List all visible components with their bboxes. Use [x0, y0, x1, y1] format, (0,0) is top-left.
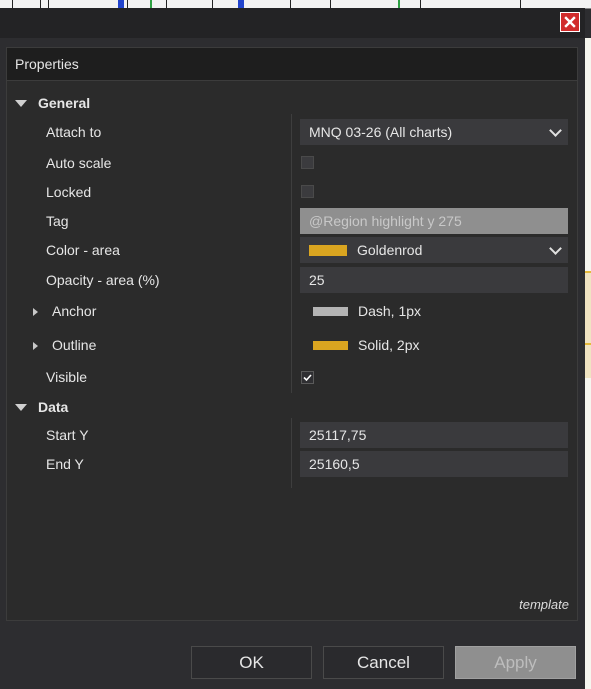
- opacity-area-value: 25: [309, 272, 325, 288]
- properties-dialog: Properties General Attach to MNQ 03-26 (…: [0, 8, 585, 689]
- section-general-toggle[interactable]: General: [15, 92, 90, 114]
- outline-value: Solid, 2px: [358, 337, 420, 353]
- expand-triangle-icon[interactable]: [33, 308, 38, 316]
- panel-title: Properties: [15, 56, 79, 72]
- locked-label: Locked: [46, 184, 92, 200]
- ok-button[interactable]: OK: [191, 646, 312, 679]
- outline-stroke-value[interactable]: Solid, 2px: [313, 335, 419, 355]
- close-icon: [564, 16, 576, 28]
- close-button[interactable]: [560, 12, 580, 32]
- visible-checkbox[interactable]: [301, 371, 314, 384]
- dash-line-swatch: [313, 306, 348, 316]
- apply-button[interactable]: Apply: [455, 646, 576, 679]
- section-general-label: General: [38, 95, 91, 111]
- color-area-label: Color - area: [46, 242, 120, 258]
- attach-to-label: Attach to: [46, 124, 102, 140]
- chevron-down-icon: [549, 124, 562, 137]
- chevron-down-icon: [549, 242, 562, 255]
- anchor-stroke-value[interactable]: Dash, 1px: [313, 301, 421, 321]
- start-y-input[interactable]: 25117,75: [300, 422, 568, 448]
- expand-triangle-icon[interactable]: [33, 342, 38, 350]
- tag-label: Tag: [46, 213, 69, 229]
- section-data-toggle[interactable]: Data: [15, 396, 68, 418]
- locked-checkbox[interactable]: [301, 185, 314, 198]
- tag-input: @Region highlight y 275: [300, 208, 568, 234]
- start-y-value: 25117,75: [309, 427, 367, 443]
- anchor-label: Anchor: [52, 303, 97, 319]
- checkmark-icon: [303, 374, 312, 382]
- outline-label: Outline: [52, 337, 97, 353]
- goldenrod-swatch: [309, 244, 347, 256]
- auto-scale-checkbox[interactable]: [301, 156, 314, 169]
- solid-line-swatch: [313, 340, 348, 350]
- start-y-label: Start Y: [46, 427, 89, 443]
- opacity-area-label: Opacity - area (%): [46, 272, 160, 288]
- color-area-dropdown[interactable]: Goldenrod: [300, 237, 568, 263]
- template-link[interactable]: template: [519, 597, 569, 612]
- end-y-label: End Y: [46, 456, 84, 472]
- end-y-value: 25160,5: [309, 456, 360, 472]
- tag-placeholder: @Region highlight y 275: [309, 213, 462, 229]
- end-y-input[interactable]: 25160,5: [300, 451, 568, 477]
- anchor-value: Dash, 1px: [358, 303, 422, 319]
- column-divider: [291, 114, 292, 393]
- attach-to-value: MNQ 03-26 (All charts): [309, 124, 453, 140]
- properties-panel: Properties General Attach to MNQ 03-26 (…: [6, 47, 578, 621]
- color-area-value: Goldenrod: [357, 242, 423, 258]
- attach-to-dropdown[interactable]: MNQ 03-26 (All charts): [300, 119, 568, 145]
- column-divider: [291, 418, 292, 488]
- opacity-area-input[interactable]: 25: [300, 267, 568, 293]
- collapse-triangle-icon: [15, 99, 27, 107]
- panel-header: Properties: [7, 48, 577, 81]
- collapse-triangle-icon: [15, 403, 27, 411]
- auto-scale-label: Auto scale: [46, 155, 112, 171]
- cancel-button[interactable]: Cancel: [323, 646, 444, 679]
- visible-label: Visible: [46, 369, 87, 385]
- dialog-titlebar[interactable]: [0, 8, 585, 38]
- background-chart-edge: [585, 38, 591, 689]
- section-data-label: Data: [38, 399, 69, 415]
